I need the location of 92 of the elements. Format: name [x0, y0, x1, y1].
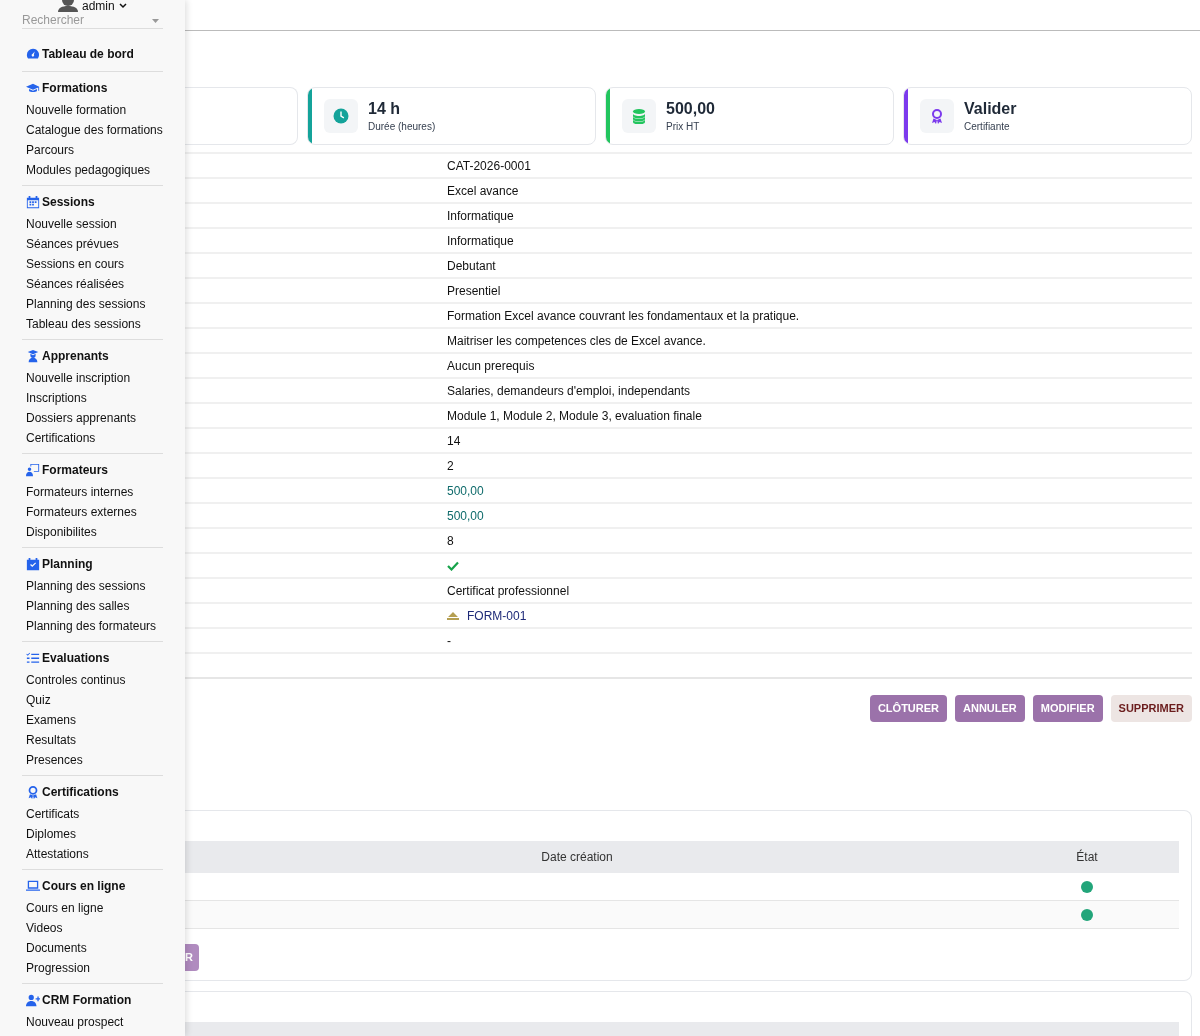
detail-value: Salaries, demandeurs d'emploi, independants [447, 382, 691, 400]
detail-value: Informatique [447, 207, 514, 225]
detail-value: Certificat professionnel [447, 582, 570, 600]
action-button[interactable]: ANNULER [955, 695, 1025, 722]
award-icon [26, 785, 40, 799]
avatar-icon [58, 0, 78, 12]
amount-value: 500,00 [447, 482, 484, 500]
action-button[interactable]: CLÔTURER [869, 695, 948, 722]
amount-value: 500,00 [447, 507, 484, 525]
detail-value: - [447, 632, 451, 650]
sidebar-item[interactable]: Videos [22, 918, 163, 938]
clock-icon [333, 108, 349, 124]
detail-value: Formation Excel avance couvrant les fondamentaux et la pratique. [447, 307, 800, 325]
sidebar-item[interactable]: Documents [22, 938, 163, 958]
caret-icon [152, 19, 159, 23]
sidebar-item[interactable]: Inscriptions [22, 388, 163, 408]
section-heading[interactable]: Tableau de bord [42, 45, 134, 63]
sidebar-item[interactable]: Formateurs internes [22, 482, 163, 502]
sidebar-item[interactable]: Quiz [22, 690, 163, 710]
sidebar-item[interactable]: Certificats [22, 804, 163, 824]
sidebar-item[interactable]: Sessions en cours [22, 254, 163, 274]
stat-label: Certifiante [964, 119, 1011, 134]
sidebar-item[interactable]: Catalogue des formations [22, 120, 163, 140]
sidebar-item[interactable]: Nouvelle session [22, 214, 163, 234]
sidebar-item[interactable]: Planning des sessions [22, 294, 163, 314]
sidebar-item[interactable]: Disponibilites [22, 522, 163, 542]
stat-value: 14 h [368, 98, 401, 119]
checklist-icon [26, 651, 40, 665]
section-heading[interactable]: Apprenants [42, 347, 109, 365]
chevron-down-icon [118, 3, 127, 9]
action-button[interactable]: SUPPRIMER [1110, 695, 1192, 722]
sidebar-item[interactable]: Planning des salles [22, 596, 163, 616]
sidebar-item[interactable]: Planning des formateurs [22, 616, 163, 636]
sidebar-item[interactable]: Examens [22, 710, 163, 730]
stat-label: Durée (heures) [368, 119, 436, 134]
calendar-check-icon [26, 557, 40, 571]
search-dropdown[interactable]: Rechercher [22, 12, 163, 29]
detail-value: Informatique [447, 232, 514, 250]
user-plus-icon [26, 993, 40, 1007]
section-heading[interactable]: Planning [42, 555, 93, 573]
user-menu[interactable]: admin [82, 0, 127, 12]
stat-label: Prix HT [666, 119, 701, 134]
detail-value: 14 [447, 432, 461, 450]
sidebar-item[interactable]: Controles continus [22, 670, 163, 690]
sidebar-item[interactable]: Certifications [22, 428, 163, 448]
section-heading[interactable]: Cours en ligne [42, 877, 126, 895]
gauge-icon [26, 47, 40, 61]
sidebar-item[interactable]: Modules pedagogiques [22, 160, 163, 180]
sidebar-item[interactable]: Séances prévues [22, 234, 163, 254]
form-link[interactable]: FORM-001 [467, 606, 527, 625]
section-heading[interactable]: Evaluations [42, 649, 110, 667]
detail-value: Module 1, Module 2, Module 3, evaluation finale [447, 407, 702, 425]
sidebar-item[interactable]: Attestations [22, 844, 163, 864]
sidebar-item[interactable]: Resultats [22, 730, 163, 750]
sidebar-item[interactable]: Progression [22, 958, 163, 978]
coins-icon [631, 108, 647, 124]
sidebar-item[interactable]: Cours en ligne [22, 898, 163, 918]
detail-value: Presentiel [447, 282, 501, 300]
sidebar-item[interactable]: Nouveau prospect [22, 1012, 163, 1032]
section-heading[interactable]: Formations [42, 79, 108, 97]
graduation-cap-icon [26, 81, 40, 95]
detail-value: CAT-2026-0001 [447, 157, 531, 175]
sidebar-item[interactable]: Formateurs externes [22, 502, 163, 522]
sidebar-item[interactable]: Séances réalisées [22, 274, 163, 294]
section-heading[interactable]: Sessions [42, 193, 95, 211]
detail-value: 2 [447, 457, 454, 475]
stat-value: 500,00 [666, 98, 715, 119]
award-icon [929, 108, 945, 124]
detail-value: Debutant [447, 257, 496, 275]
sidebar-item[interactable]: Dossiers apprenants [22, 408, 163, 428]
action-button[interactable]: MODIFIER [1032, 695, 1103, 722]
student-icon [26, 349, 40, 363]
sidebar-item[interactable]: Nouvelle inscription [22, 368, 163, 388]
detail-value: Aucun prerequis [447, 357, 535, 375]
detail-value: 8 [447, 532, 454, 550]
sidebar-item[interactable]: Parcours [22, 140, 163, 160]
sidebar-item[interactable]: Planning des sessions [22, 576, 163, 596]
section-heading[interactable]: CRM Formation [42, 991, 132, 1009]
detail-value: Excel avance [447, 182, 519, 200]
sidebar-item[interactable]: Presences [22, 750, 163, 770]
column-header: Date création [540, 849, 614, 866]
laptop-icon [26, 879, 40, 893]
section-heading[interactable]: Certifications [42, 783, 119, 801]
stat-value: Valider [964, 98, 1017, 119]
presenter-board-icon [26, 463, 40, 477]
sidebar-item[interactable]: Tableau des sessions [22, 314, 163, 334]
column-header: État [1075, 848, 1099, 866]
sidebar-item[interactable]: Nouvelle formation [22, 100, 163, 120]
calendar-icon [26, 195, 40, 209]
section-heading[interactable]: Formateurs [42, 461, 109, 479]
detail-value: Maitriser les competences cles de Excel avance. [447, 332, 706, 350]
sidebar-item[interactable]: Diplomes [22, 824, 163, 844]
